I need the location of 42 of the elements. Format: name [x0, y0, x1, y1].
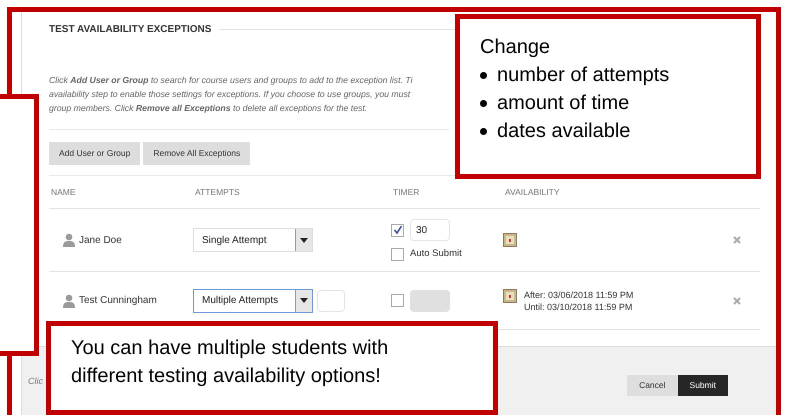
cancel-button[interactable]: Cancel — [627, 375, 678, 396]
person-icon — [63, 233, 75, 248]
column-header: ATTEMPTS — [194, 186, 241, 198]
calendar-icon[interactable] — [503, 233, 517, 248]
delete-icon[interactable] — [732, 296, 740, 305]
student-name: Jane Doe — [79, 234, 122, 248]
checkbox[interactable] — [391, 248, 404, 261]
callout-text: You can have multiple students with different testing availability options! — [71, 336, 390, 389]
callout-item: number of attempts — [497, 63, 670, 88]
callout-title: Change — [480, 35, 552, 60]
attempts-dropdown[interactable]: Single Attempt — [193, 228, 313, 252]
calendar-icon[interactable] — [503, 288, 517, 303]
column-header: NAME — [50, 186, 77, 198]
column-header: AVAILABILITY — [504, 186, 560, 198]
availability-date: After: 03/06/2018 11:59 PM — [524, 288, 634, 301]
instruction-text: group members. Click Remove all Exceptions to delete all exceptions for the test. — [49, 102, 368, 115]
attempt-count-field[interactable] — [317, 290, 345, 312]
bullet-icon — [480, 100, 487, 106]
delete-icon[interactable] — [732, 236, 740, 244]
timer-field[interactable] — [410, 290, 450, 312]
section-title: TEST AVAILABILITY EXCEPTIONS — [49, 23, 212, 37]
action-button[interactable]: Add User or Group — [49, 142, 140, 165]
column-header: TIMER — [392, 186, 420, 198]
instruction-text: availability step to enable those settings for exceptions. If you choose to use groups, you must — [49, 88, 412, 101]
availability-date: Until: 03/10/2018 11:59 PM — [524, 300, 634, 313]
person-icon — [63, 294, 75, 308]
auto-submit-label: Auto Submit — [410, 247, 462, 261]
checkbox[interactable] — [391, 294, 404, 308]
bullet-icon — [480, 128, 487, 134]
caret-icon — [300, 298, 308, 304]
instruction-text: Click Add User or Group to search for course users and groups to add to the exception list. Ti — [49, 74, 414, 87]
action-button[interactable]: Remove All Exceptions — [143, 142, 250, 165]
student-name: Test Cunningham — [79, 294, 157, 308]
submit-button[interactable]: Submit — [678, 375, 728, 396]
checkbox[interactable] — [391, 224, 404, 236]
attempts-dropdown[interactable]: Multiple Attempts — [193, 288, 313, 313]
bullet-icon — [480, 72, 487, 78]
caret-icon — [300, 238, 308, 243]
callout-item: dates available — [497, 119, 630, 144]
footer-hint: Clic — [28, 375, 43, 388]
timer-field[interactable]: 30 — [410, 219, 450, 241]
callout-item: amount of time — [497, 91, 630, 116]
